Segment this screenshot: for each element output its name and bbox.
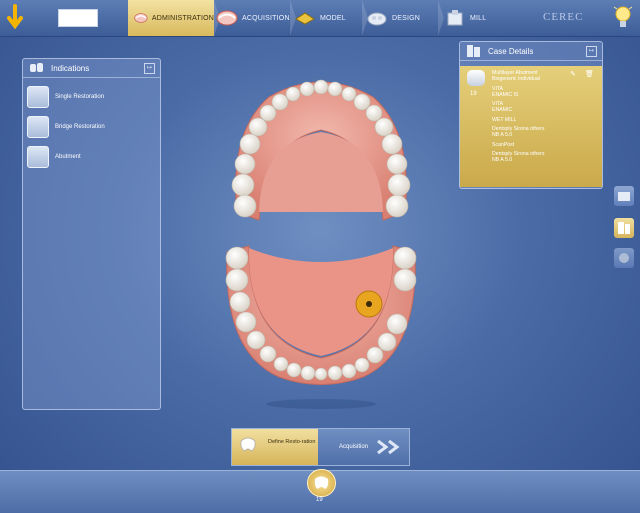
tab-mill[interactable]: MILL	[444, 0, 510, 36]
abutment-icon	[27, 146, 49, 168]
acquisition-next-label: Acquisition	[339, 444, 369, 450]
workflow-steps: ADMINISTRATION ACQUISITION MODEL DESIGN …	[128, 0, 512, 36]
tab-model[interactable]: MODEL	[294, 0, 368, 36]
top-toolbar: ADMINISTRATION ACQUISITION MODEL DESIGN …	[0, 0, 640, 37]
single-restoration-icon	[27, 86, 49, 108]
tab-acquisition[interactable]: ACQUISITION	[216, 0, 296, 36]
pin-icon[interactable]: ↦	[144, 63, 155, 74]
indications-title: Indications	[51, 63, 90, 73]
indication-abutment[interactable]: Abutment	[23, 142, 160, 172]
case-entry[interactable]: 19 Multilayer Abutment Biogeneric Indivi…	[460, 66, 602, 187]
selected-tooth-number: 19	[316, 497, 323, 503]
tab-model-label: MODEL	[320, 14, 346, 22]
workflow-wizard: Define Resto-ration Acquisition	[231, 428, 410, 466]
patient-name-field[interactable]	[58, 9, 98, 27]
restoration-tooth-icon	[240, 437, 256, 452]
indication-label: Bridge Restoration	[55, 124, 105, 130]
lower-jaw	[225, 245, 417, 385]
indication-label: Abutment	[55, 154, 81, 160]
tab-administration-label: ADMINISTRATION	[151, 14, 214, 22]
case-tooth-number: 19	[470, 91, 477, 97]
pin-icon[interactable]: ↦	[586, 46, 597, 57]
teeth-scan-icon	[216, 10, 238, 26]
indication-bridge-restoration[interactable]: Bridge Restoration	[23, 112, 160, 142]
dental-arch-illustration[interactable]	[219, 72, 423, 412]
design-icon	[367, 12, 387, 26]
lightbulb-icon[interactable]	[613, 4, 633, 32]
brand-logo: CEREC	[543, 11, 584, 23]
tab-administration[interactable]: ADMINISTRATION	[128, 0, 220, 36]
case-line: NB A 5.0	[492, 157, 513, 164]
case-details-header: Case Details ↦	[460, 42, 602, 61]
case-detail-lines: Multilayer Abutment Biogeneric Individua…	[492, 70, 572, 164]
tab-design-label: DESIGN	[392, 14, 421, 22]
upper-jaw	[231, 79, 411, 221]
indications-header: Indications ↦	[23, 59, 160, 78]
define-restoration-label: Define Resto-ration	[268, 439, 316, 445]
bridge-restoration-icon	[27, 116, 49, 138]
trash-icon[interactable]: 🗑	[585, 70, 594, 78]
case-details-title: Case Details	[488, 46, 534, 56]
model-icon	[295, 12, 315, 25]
tab-mill-label: MILL	[470, 14, 487, 22]
tools-icon	[619, 253, 629, 263]
indications-panel: Indications ↦ Single Restoration Bridge …	[22, 58, 161, 410]
indication-single-restoration[interactable]: Single Restoration	[23, 82, 160, 112]
mill-icon	[447, 10, 463, 26]
case-details-tool-button[interactable]	[614, 218, 634, 238]
double-chevron-right-icon	[377, 439, 400, 455]
tab-design[interactable]: DESIGN	[366, 0, 444, 36]
restoration-thumbnail-icon	[467, 70, 485, 86]
case-details-panel: Case Details ↦ 19 Multilayer Abutment Bi…	[459, 41, 603, 189]
indication-label: Single Restoration	[55, 94, 105, 100]
export-icon	[618, 192, 630, 201]
settings-tool-button[interactable]	[614, 248, 634, 268]
case-icon	[467, 45, 480, 57]
back-arrow-icon[interactable]	[4, 4, 26, 32]
selected-tooth-19[interactable]	[355, 290, 383, 318]
case-details-icon	[618, 222, 630, 234]
tooth-icon	[314, 476, 329, 489]
teeth-group-icon	[30, 63, 43, 72]
teeth-icon	[134, 13, 148, 23]
export-tool-button[interactable]	[614, 186, 634, 206]
tab-acquisition-label: ACQUISITION	[242, 14, 290, 22]
define-restoration-step[interactable]: Define Resto-ration	[232, 429, 318, 465]
pencil-icon[interactable]: ✎	[570, 70, 578, 78]
selected-tooth-button[interactable]	[307, 469, 336, 497]
